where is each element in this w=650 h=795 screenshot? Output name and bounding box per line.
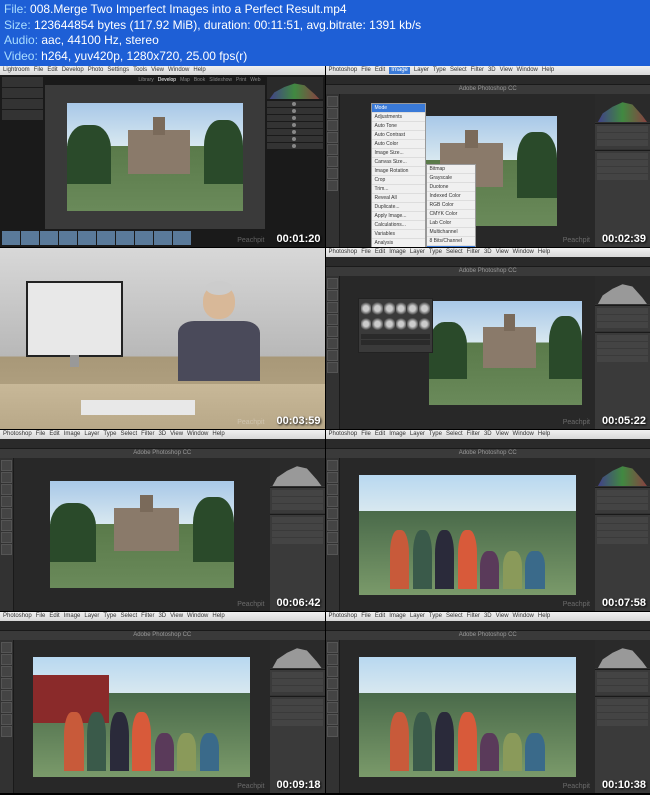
app-title: Adobe Photoshop CC [326, 631, 650, 640]
presenter-person [178, 285, 259, 385]
watermark: Peachpit [237, 601, 264, 608]
timestamp: 00:06:42 [276, 597, 320, 609]
timestamp: 00:03:59 [276, 415, 320, 427]
app-title: Adobe Photoshop CC [326, 85, 650, 94]
app-title: Adobe Photoshop CC [0, 631, 325, 640]
lightroom-canvas [45, 85, 265, 229]
photoshop-menubar: PhotoshopFileEditImageLayerTypeSelectFil… [326, 612, 650, 621]
lightroom-menubar: LightroomFileEditDevelopPhotoSettingsToo… [0, 66, 325, 75]
right-panels [595, 94, 650, 247]
photoshop-menubar: PhotoshopFileEditImageLayerTypeSelectFil… [0, 612, 325, 621]
file-value: 008.Merge Two Imperfect Images into a Pe… [30, 2, 347, 16]
imac-monitor [26, 281, 123, 357]
timestamp: 00:07:58 [602, 597, 646, 609]
thumbnail-grid: LightroomFileEditDevelopPhotoSettingsToo… [0, 66, 650, 793]
group-photo-final [359, 657, 576, 776]
video-info-line: Video: h264, yuv420p, 1280x720, 25.00 fp… [4, 49, 646, 65]
size-value: 123644854 bytes (117.92 MiB), duration: … [34, 18, 421, 32]
video-label: Video: [4, 49, 38, 63]
thumbnail-4[interactable]: PhotoshopFileEditImageLayerTypeSelectFil… [326, 248, 650, 429]
group-photo [359, 475, 576, 594]
watermark: Peachpit [563, 237, 590, 244]
file-info-line: File: 008.Merge Two Imperfect Images int… [4, 2, 646, 18]
file-label: File: [4, 2, 27, 16]
keyboard [81, 400, 195, 414]
lightroom-left-panel [0, 75, 45, 229]
app-title: Adobe Photoshop CC [326, 449, 650, 458]
brush-preset-panel[interactable] [358, 298, 433, 353]
watermark: Peachpit [563, 419, 590, 426]
photoshop-menubar: PhotoshopFileEditImageLayerTypeSelectFil… [326, 248, 650, 257]
thumbnail-1[interactable]: LightroomFileEditDevelopPhotoSettingsToo… [0, 66, 325, 247]
thumbnail-2[interactable]: PhotoshopFileEditImageLayerTypeSelectFil… [326, 66, 650, 247]
timestamp: 00:05:22 [602, 415, 646, 427]
size-label: Size: [4, 18, 31, 32]
timestamp: 00:09:18 [276, 779, 320, 791]
app-title: Adobe Photoshop CC [326, 267, 650, 276]
audio-label: Audio: [4, 33, 38, 47]
photoshop-menubar: PhotoshopFileEditImageLayerTypeSelectFil… [0, 430, 325, 439]
watermark: Peachpit [237, 783, 264, 790]
tool-palette [326, 94, 340, 247]
audio-info-line: Audio: aac, 44100 Hz, stereo [4, 33, 646, 49]
group-photo-red-house [33, 657, 250, 776]
thumbnail-8[interactable]: PhotoshopFileEditImageLayerTypeSelectFil… [326, 612, 650, 793]
watermark: Peachpit [563, 601, 590, 608]
thumbnail-5[interactable]: PhotoshopFileEditImageLayerTypeSelectFil… [0, 430, 325, 611]
video-value: h264, yuv420p, 1280x720, 25.00 fps(r) [41, 49, 247, 63]
lightroom-center: LibraryDevelopMapBookSlideshowPrintWeb [45, 75, 265, 229]
watermark: Peachpit [563, 783, 590, 790]
size-info-line: Size: 123644854 bytes (117.92 MiB), dura… [4, 18, 646, 34]
timestamp: 00:01:20 [276, 233, 320, 245]
photoshop-menubar: PhotoshopFileEditImageLayerTypeSelectFil… [326, 66, 650, 75]
thumbnail-7[interactable]: PhotoshopFileEditImageLayerTypeSelectFil… [0, 612, 325, 793]
presenter-scene [0, 248, 325, 429]
watermark: Peachpit [237, 419, 264, 426]
lightroom-body: LibraryDevelopMapBookSlideshowPrintWeb [0, 75, 325, 229]
timestamp: 00:02:39 [602, 233, 646, 245]
app-title: Adobe Photoshop CC [0, 449, 325, 458]
audio-value: aac, 44100 Hz, stereo [41, 33, 158, 47]
photoshop-menubar: PhotoshopFileEditImageLayerTypeSelectFil… [326, 430, 650, 439]
apple-logo-icon [10, 335, 18, 343]
mode-submenu[interactable]: Bitmap Grayscale Duotone Indexed Color R… [426, 164, 476, 247]
watermark: Peachpit [237, 237, 264, 244]
image-menu-dropdown[interactable]: Mode Adjustments Auto Tone Auto Contrast… [371, 103, 426, 247]
lightroom-right-panel [265, 75, 325, 229]
thumbnail-3[interactable]: Peachpit 00:03:59 [0, 248, 325, 429]
timestamp: 00:10:38 [602, 779, 646, 791]
thumbnail-6[interactable]: PhotoshopFileEditImageLayerTypeSelectFil… [326, 430, 650, 611]
lightroom-module-tabs: LibraryDevelopMapBookSlideshowPrintWeb [45, 75, 265, 85]
building-photo [67, 103, 243, 211]
media-info-header: File: 008.Merge Two Imperfect Images int… [0, 0, 650, 66]
